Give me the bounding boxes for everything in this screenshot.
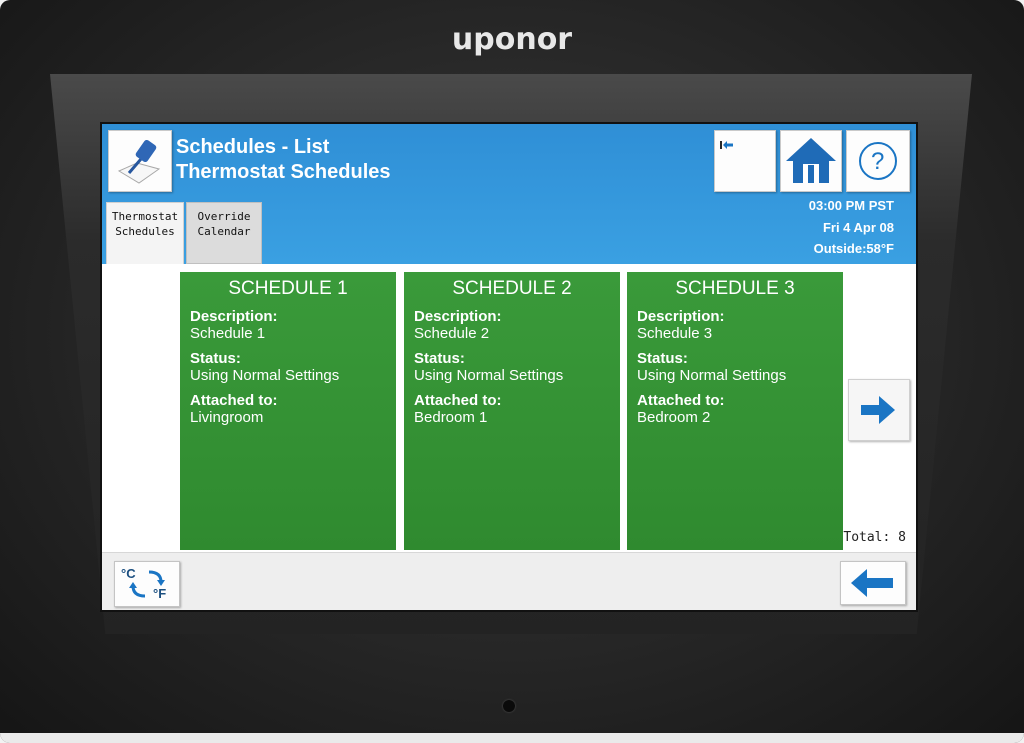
back-button[interactable] xyxy=(840,561,906,605)
outside-temperature: Outside:58°F xyxy=(813,241,894,256)
home-button[interactable] xyxy=(780,130,842,192)
schedule-title: SCHEDULE 2 xyxy=(452,278,572,299)
left-arrow-icon xyxy=(851,569,893,597)
description-label: Description: xyxy=(414,308,502,325)
next-page-button[interactable] xyxy=(848,379,910,441)
tab-label-line2: Schedules xyxy=(115,225,175,238)
description-value: Schedule 1 xyxy=(190,325,266,342)
tab-label-line2: Calendar xyxy=(197,225,251,238)
attached-label: Attached to: xyxy=(637,392,725,409)
status-label: Status: xyxy=(637,350,688,367)
back-small-icon xyxy=(720,141,733,149)
status-label: Status: xyxy=(190,350,241,367)
status-value: Using Normal Settings xyxy=(190,367,340,384)
status-value: Using Normal Settings xyxy=(414,367,564,384)
help-button[interactable]: ? xyxy=(846,130,910,192)
celsius-fahrenheit-toggle-icon xyxy=(129,570,165,598)
back-small-button[interactable] xyxy=(714,130,776,192)
schedule-card[interactable]: SCHEDULE 2 Description: Schedule 2 Statu… xyxy=(404,272,620,550)
pin-button[interactable] xyxy=(108,130,172,192)
description-value: Schedule 2 xyxy=(414,325,490,342)
clock-date: Fri 4 Apr 08 xyxy=(822,220,894,235)
attached-label: Attached to: xyxy=(190,392,278,409)
schedule-card[interactable]: SCHEDULE 1 Description: Schedule 1 Statu… xyxy=(180,272,396,550)
schedule-title: SCHEDULE 1 xyxy=(228,278,348,299)
description-label: Description: xyxy=(190,308,278,325)
status-label: Status: xyxy=(414,350,465,367)
attached-value: Bedroom 1 xyxy=(414,409,488,426)
total-count: Total: 8 xyxy=(843,530,906,545)
attached-value: Bedroom 2 xyxy=(637,409,711,426)
attached-value: Livingroom xyxy=(190,409,264,426)
page-subtitle: Thermostat Schedules xyxy=(176,161,391,183)
sensor-dot xyxy=(503,700,515,712)
thermostat-device: uponor Schedules - List Thermostat Sched… xyxy=(0,0,1024,743)
page-title: Schedules - List xyxy=(176,136,330,158)
touch-screen: Schedules - List Thermostat Schedules ? … xyxy=(100,122,918,612)
right-arrow-icon xyxy=(861,396,895,424)
svg-text:?: ? xyxy=(871,148,884,175)
home-icon xyxy=(786,138,836,183)
unit-toggle-button[interactable]: °C °F xyxy=(114,561,180,607)
tab-label-line1: Override xyxy=(197,210,251,223)
status-value: Using Normal Settings xyxy=(637,367,787,384)
clock-time: 03:00 PM PST xyxy=(808,198,894,213)
tab-thermostat-schedules[interactable]: Thermostat Schedules xyxy=(106,202,184,264)
description-label: Description: xyxy=(637,308,725,325)
attached-label: Attached to: xyxy=(414,392,502,409)
brand-logo: uponor xyxy=(451,22,573,57)
pushpin-icon xyxy=(117,139,161,184)
description-value: Schedule 3 xyxy=(637,325,713,342)
footer-bar: °C °F xyxy=(102,552,916,610)
tab-override-calendar[interactable]: Override Calendar xyxy=(186,202,262,264)
tab-label-line1: Thermostat xyxy=(111,210,179,223)
schedule-card[interactable]: SCHEDULE 3 Description: Schedule 3 Statu… xyxy=(627,272,843,550)
schedule-title: SCHEDULE 3 xyxy=(675,278,795,299)
help-icon: ? xyxy=(859,142,897,180)
header-bar: Schedules - List Thermostat Schedules ? … xyxy=(102,124,916,264)
